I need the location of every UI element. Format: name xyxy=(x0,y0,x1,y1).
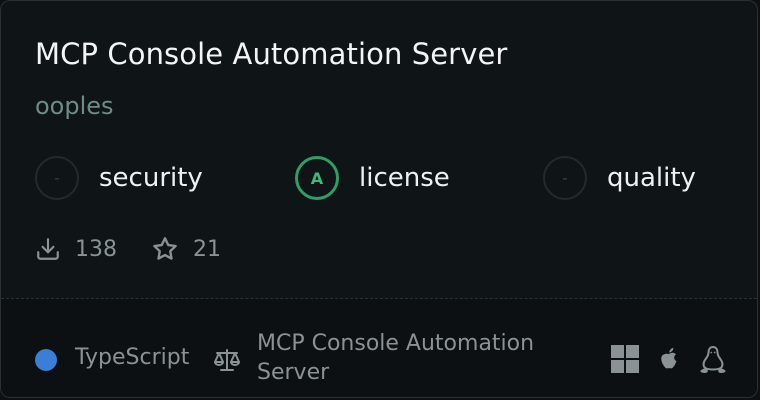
downloads-count: 138 xyxy=(75,236,117,262)
stars-count: 21 xyxy=(193,236,221,262)
star-icon xyxy=(153,237,177,260)
security-grade-badge: - xyxy=(35,156,79,200)
server-card[interactable]: MCP Console Automation Server ooples - s… xyxy=(0,0,758,398)
linux-icon xyxy=(700,346,726,373)
score-security: - security xyxy=(35,154,203,202)
download-icon xyxy=(37,238,59,260)
license-name: MCP Console Automation Server xyxy=(257,331,535,385)
license-label: license xyxy=(359,163,450,193)
downloads-stat: 138 xyxy=(35,236,117,262)
server-title[interactable]: MCP Console Automation Server xyxy=(35,35,507,73)
scale-icon xyxy=(214,349,240,371)
security-label: security xyxy=(99,163,203,193)
score-quality: - quality xyxy=(543,154,696,202)
windows-icon xyxy=(611,345,639,373)
quality-grade-badge: - xyxy=(543,156,587,200)
score-license: A license xyxy=(295,154,450,202)
language-color-dot xyxy=(35,349,57,371)
apple-icon xyxy=(661,347,677,369)
quality-label: quality xyxy=(607,163,696,193)
card-header: MCP Console Automation Server ooples - s… xyxy=(1,1,757,298)
stars-stat: 21 xyxy=(151,235,221,263)
license-grade-badge: A xyxy=(295,156,339,200)
stats-row: 138 21 xyxy=(35,233,221,265)
server-author[interactable]: ooples xyxy=(35,90,114,122)
card-footer: TypeScript MCP Console Automation Server xyxy=(1,299,757,397)
language-label: TypeScript xyxy=(75,345,190,370)
